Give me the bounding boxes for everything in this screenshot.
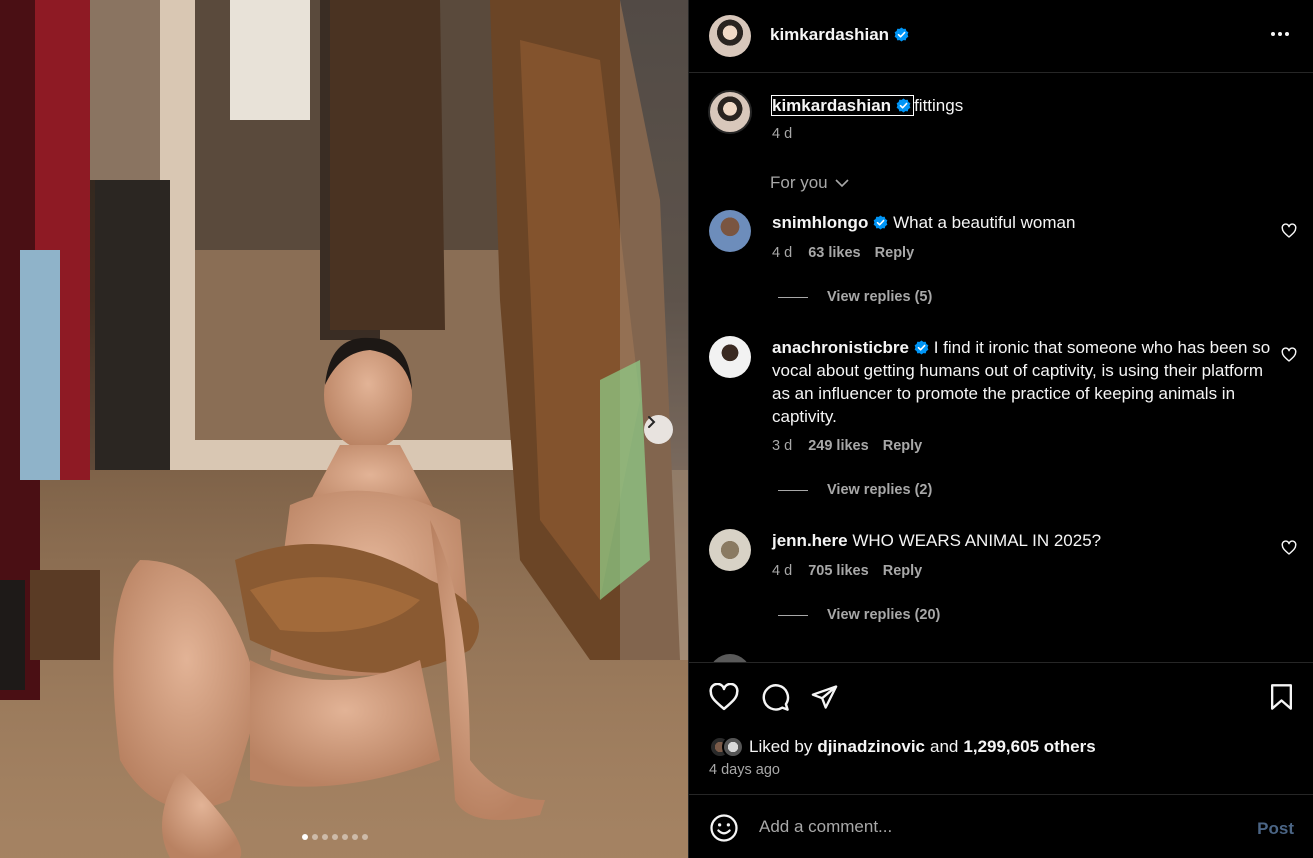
view-replies-button[interactable]: View replies (2) [778, 482, 932, 498]
carousel-indicator [302, 834, 368, 840]
comment-age: 4 d [772, 245, 793, 261]
carousel-dot [332, 834, 338, 840]
liked-by-joiner: and [930, 737, 959, 756]
caption-age: 4 d [772, 126, 793, 142]
comment-body: anachronisticbre I find it ironic that s… [772, 336, 1272, 428]
comment-meta: 4 d 705 likes Reply [772, 563, 922, 579]
heart-icon[interactable] [1281, 223, 1297, 239]
comment-body: jenn.here WHO WEARS ANIMAL IN 2025? [772, 529, 1272, 552]
emoji-icon[interactable] [709, 813, 739, 843]
chevron-right-icon [648, 416, 656, 428]
verified-badge-icon [873, 215, 888, 230]
caption-avatar[interactable] [708, 90, 752, 134]
reply-button[interactable]: Reply [883, 563, 923, 579]
view-replies-button[interactable]: View replies (5) [778, 289, 932, 305]
author-name-row: kimkardashian [770, 25, 909, 45]
commenter-avatar[interactable] [709, 529, 751, 571]
liker-username[interactable]: djinadzinovic [817, 737, 925, 757]
post-header: kimkardashian [689, 0, 1313, 73]
author-username[interactable]: kimkardashian [770, 25, 889, 44]
author-avatar[interactable] [709, 15, 751, 57]
comment-text: WHO WEARS ANIMAL IN 2025? [852, 531, 1102, 550]
comment-likes[interactable]: 705 likes [808, 563, 868, 579]
verified-badge-icon [896, 98, 911, 113]
heart-icon[interactable] [1281, 540, 1297, 556]
comment-likes[interactable]: 249 likes [808, 438, 868, 454]
view-replies-label: View replies (20) [827, 607, 941, 623]
post-media[interactable] [0, 0, 688, 858]
comment-composer: Post [689, 794, 1313, 858]
caption-text: fittings [914, 96, 964, 115]
post-actions: Liked by djinadzinovic and 1,299,605 oth… [689, 662, 1313, 794]
bookmark-icon[interactable] [1269, 683, 1294, 711]
comment-icon[interactable] [761, 683, 790, 712]
reply-button[interactable]: Reply [875, 245, 915, 261]
comment-body: snimhlongo What a beautiful woman [772, 211, 1262, 234]
commenter-avatar[interactable] [709, 210, 751, 252]
carousel-dot [302, 834, 308, 840]
view-replies-label: View replies (2) [827, 482, 933, 498]
liked-by-others[interactable]: 1,299,605 others [963, 737, 1095, 757]
liked-by-prefix: Liked by [749, 737, 813, 756]
comment-likes[interactable]: 63 likes [808, 245, 860, 261]
sort-comments-button[interactable]: For you [770, 173, 849, 193]
comment-age: 3 d [772, 438, 793, 454]
liker-avatar[interactable] [722, 736, 744, 758]
heart-icon[interactable] [709, 683, 739, 711]
chevron-down-icon [835, 179, 849, 188]
carousel-dot [322, 834, 328, 840]
likes-summary: Liked by djinadzinovic and 1,299,605 oth… [709, 736, 1096, 758]
heart-icon[interactable] [1281, 347, 1297, 363]
caption: kimkardashian fittings [771, 94, 963, 117]
comment-username[interactable]: jenn.here [772, 531, 848, 550]
next-slide-button[interactable] [644, 415, 673, 444]
more-options-icon[interactable] [1270, 24, 1290, 44]
post-time-ago: 4 days ago [709, 762, 780, 778]
comments-list[interactable]: kimkardashian fittings 4 d For you snimhl… [689, 74, 1313, 662]
comment-meta: 4 d 63 likes Reply [772, 245, 914, 261]
view-replies-button[interactable]: View replies (20) [778, 607, 940, 623]
comment-input[interactable] [759, 813, 1229, 841]
share-icon[interactable] [810, 683, 839, 711]
carousel-dot [312, 834, 318, 840]
comment-age: 4 d [772, 563, 793, 579]
sort-label: For you [770, 173, 828, 192]
reply-button[interactable]: Reply [883, 438, 923, 454]
carousel-dot [352, 834, 358, 840]
comment-text: What a beautiful woman [893, 213, 1076, 232]
verified-badge-icon [894, 27, 909, 42]
verified-badge-icon [914, 340, 929, 355]
post-comment-button[interactable]: Post [1257, 819, 1294, 839]
post-detail-panel: kimkardashian kimkardashian fittings 4 d … [688, 0, 1313, 858]
carousel-dot [342, 834, 348, 840]
view-replies-label: View replies (5) [827, 289, 933, 305]
comment-username[interactable]: snimhlongo [772, 213, 868, 232]
comment-meta: 3 d 249 likes Reply [772, 438, 922, 454]
caption-username[interactable]: kimkardashian [772, 96, 891, 115]
post-photo [0, 0, 688, 858]
carousel-dot [362, 834, 368, 840]
commenter-avatar[interactable] [709, 336, 751, 378]
comment-username[interactable]: anachronisticbre [772, 338, 909, 357]
commenter-avatar[interactable] [709, 654, 751, 662]
